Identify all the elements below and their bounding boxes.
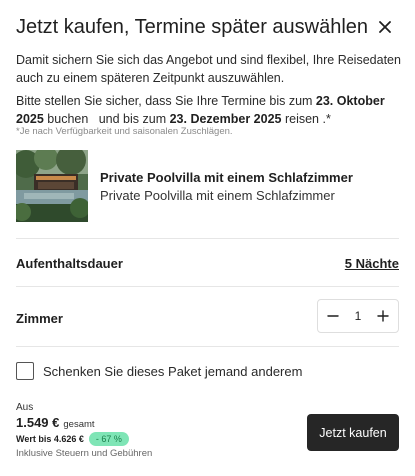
product-name: Private Poolvilla mit einem Schlafzimmer [100, 170, 353, 185]
close-icon [379, 21, 391, 33]
divider [16, 286, 399, 287]
plus-icon [377, 310, 389, 322]
buy-now-button[interactable]: Jetzt kaufen [307, 414, 399, 451]
divider [16, 346, 399, 347]
divider [16, 238, 399, 239]
dates-text-part1: Bitte stellen Sie sicher, dass Sie Ihre … [16, 94, 316, 108]
product-card: Private Poolvilla mit einem Schlafzimmer… [16, 150, 406, 224]
decrease-rooms-button[interactable] [324, 307, 342, 325]
gift-checkbox[interactable] [16, 362, 34, 380]
minus-icon [327, 315, 339, 317]
price-summary: Aus 1.549 € gesamt Wert bis 4.626 € - 67… [16, 402, 276, 459]
gift-option[interactable]: Schenken Sie dieses Paket jemand anderem [16, 362, 302, 380]
total-label: gesamt [63, 419, 95, 430]
rooms-count: 1 [354, 309, 362, 323]
discount-badge: - 67 % [88, 432, 129, 446]
tax-note: Inklusive Steuern und Gebühren [16, 448, 153, 459]
availability-note: *Je nach Verfügbarkeit und saisonalen Zu… [16, 126, 233, 137]
stay-length-label: Aufenthaltsdauer [16, 256, 123, 271]
dates-text-part2: buchen und bis zum [43, 112, 170, 126]
rooms-stepper: 1 [317, 299, 399, 333]
buy-now-modal: Jetzt kaufen, Termine später auswählen D… [0, 0, 415, 476]
rooms-label: Zimmer [16, 311, 63, 326]
gift-label: Schenken Sie dieses Paket jemand anderem [43, 363, 303, 379]
date-deadline-text: Bitte stellen Sie sicher, dass Sie Ihre … [16, 92, 408, 128]
modal-description: Damit sichern Sie sich das Angebot und s… [16, 53, 401, 85]
modal-header: Jetzt kaufen, Termine später auswählen [16, 14, 399, 42]
stay-length-link[interactable]: 5 Nächte [345, 256, 399, 271]
product-thumbnail [16, 150, 88, 222]
close-button[interactable] [373, 14, 397, 40]
total-price: 1.549 € [16, 415, 60, 430]
modal-title: Jetzt kaufen, Termine später auswählen [16, 16, 369, 38]
original-value: Wert bis 4.626 € [16, 434, 84, 444]
price-from-label: Aus [16, 402, 34, 413]
dates-text-part3: reisen .* [281, 112, 331, 126]
price-line: 1.549 € gesamt [16, 415, 276, 430]
increase-rooms-button[interactable] [374, 307, 392, 325]
product-subtitle: Private Poolvilla mit einem Schlafzimmer [100, 188, 335, 203]
worth-line: Wert bis 4.626 € - 67 % [16, 432, 276, 446]
travel-deadline: 23. Dezember 2025 [169, 112, 282, 126]
